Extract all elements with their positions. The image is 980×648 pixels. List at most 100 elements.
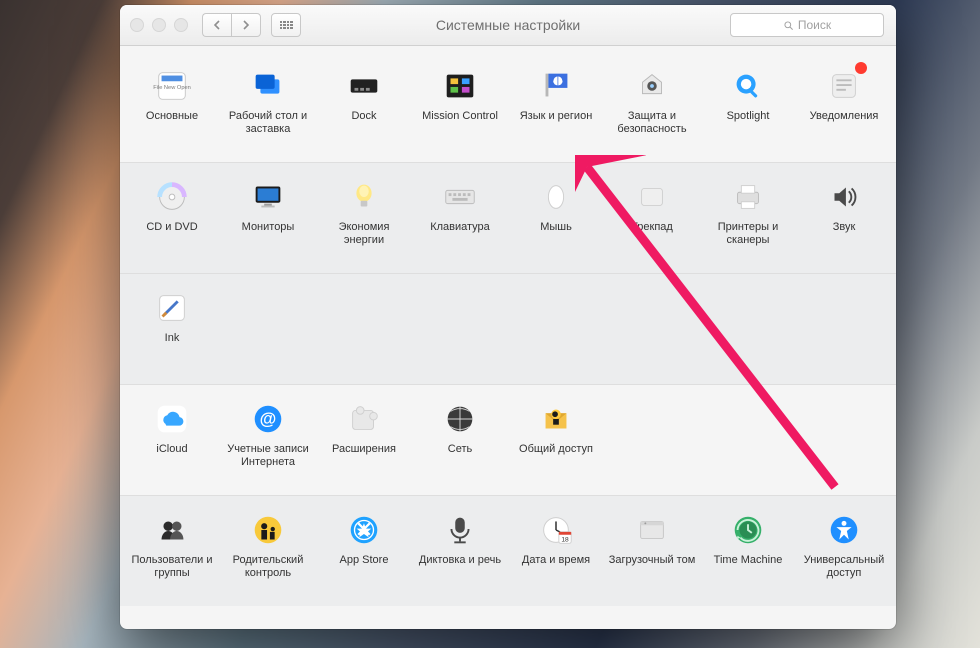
mission-icon xyxy=(437,66,483,106)
pref-accounts[interactable]: @Учетные записи Интернета xyxy=(220,399,316,469)
pref-label: Принтеры и сканеры xyxy=(702,221,794,247)
pref-label: CD и DVD xyxy=(146,221,197,247)
datetime-icon: 18 xyxy=(533,510,579,550)
pref-label: Мониторы xyxy=(242,221,295,247)
accounts-icon: @ xyxy=(245,399,291,439)
trackpad-icon xyxy=(629,177,675,217)
pref-label: Общий доступ xyxy=(519,443,593,469)
pref-row: Пользователи и группыРодительский контро… xyxy=(120,496,896,606)
pref-label: Пользователи и группы xyxy=(126,554,218,580)
minimize-button[interactable] xyxy=(152,18,166,32)
displays-icon xyxy=(245,177,291,217)
pref-label: Мышь xyxy=(540,221,572,247)
pref-language[interactable]: Язык и регион xyxy=(508,66,604,136)
desktop-icon xyxy=(245,66,291,106)
pref-label: Расширения xyxy=(332,443,396,469)
search-field[interactable]: Поиск xyxy=(730,13,884,37)
spotlight-icon xyxy=(725,66,771,106)
pref-a11y[interactable]: Универсальный доступ xyxy=(796,510,892,580)
extensions-icon xyxy=(341,399,387,439)
pref-parental[interactable]: Родительский контроль xyxy=(220,510,316,580)
pref-security[interactable]: Защита и безопасность xyxy=(604,66,700,136)
pref-label: Сеть xyxy=(448,443,472,469)
users-icon xyxy=(149,510,195,550)
back-button[interactable] xyxy=(202,13,231,37)
appstore-icon xyxy=(341,510,387,550)
pref-icloud[interactable]: iCloud xyxy=(124,399,220,469)
window-controls xyxy=(130,18,188,32)
dictation-icon xyxy=(437,510,483,550)
pref-notifications[interactable]: Уведомления xyxy=(796,66,892,136)
cddvd-icon xyxy=(149,177,195,217)
pref-dictation[interactable]: Диктовка и речь xyxy=(412,510,508,580)
pref-label: Экономия энергии xyxy=(318,221,410,247)
icloud-icon xyxy=(149,399,195,439)
network-icon xyxy=(437,399,483,439)
nav-buttons xyxy=(202,13,261,37)
zoom-button[interactable] xyxy=(174,18,188,32)
pref-extensions[interactable]: Расширения xyxy=(316,399,412,469)
pref-label: Загрузочный том xyxy=(609,554,696,580)
pref-sound[interactable]: Звук xyxy=(796,177,892,247)
pref-general[interactable]: File New OpenОсновные xyxy=(124,66,220,136)
pref-startupdisk[interactable]: Загрузочный том xyxy=(604,510,700,580)
energy-icon xyxy=(341,177,387,217)
pref-network[interactable]: Сеть xyxy=(412,399,508,469)
pref-spotlight[interactable]: Spotlight xyxy=(700,66,796,136)
dock-icon xyxy=(341,66,387,106)
startupdisk-icon xyxy=(629,510,675,550)
pref-label: Родительский контроль xyxy=(222,554,314,580)
pref-cddvd[interactable]: CD и DVD xyxy=(124,177,220,247)
pref-sharing[interactable]: Общий доступ xyxy=(508,399,604,469)
pref-trackpad[interactable]: Трекпад xyxy=(604,177,700,247)
pref-label: Защита и безопасность xyxy=(606,110,698,136)
sound-icon xyxy=(821,177,867,217)
pref-desktop[interactable]: Рабочий стол и заставка xyxy=(220,66,316,136)
pref-mouse[interactable]: Мышь xyxy=(508,177,604,247)
titlebar: Системные настройки Поиск xyxy=(120,5,896,46)
timemachine-icon xyxy=(725,510,771,550)
desktop-background: Системные настройки Поиск File New OpenО… xyxy=(0,0,980,648)
security-icon xyxy=(629,66,675,106)
pref-users[interactable]: Пользователи и группы xyxy=(124,510,220,580)
pref-appstore[interactable]: App Store xyxy=(316,510,412,580)
pref-label: Дата и время xyxy=(522,554,590,580)
ink-icon xyxy=(149,288,195,328)
pref-label: Mission Control xyxy=(422,110,498,136)
language-icon xyxy=(533,66,579,106)
pref-label: Spotlight xyxy=(727,110,770,136)
keyboard-icon xyxy=(437,177,483,217)
show-all-button[interactable] xyxy=(271,13,301,37)
search-icon xyxy=(783,20,794,31)
pref-ink[interactable]: Ink xyxy=(124,288,220,358)
pref-label: Диктовка и речь xyxy=(419,554,501,580)
pref-energy[interactable]: Экономия энергии xyxy=(316,177,412,247)
mouse-icon xyxy=(533,177,579,217)
pref-row: iCloud @Учетные записи Интернета Расширени… xyxy=(120,385,896,496)
pref-label: Звук xyxy=(833,221,856,247)
notification-badge xyxy=(855,62,867,74)
close-button[interactable] xyxy=(130,18,144,32)
pref-dock[interactable]: Dock xyxy=(316,66,412,136)
forward-button[interactable] xyxy=(231,13,261,37)
svg-text:File New Open: File New Open xyxy=(153,85,191,91)
pref-label: Трекпад xyxy=(631,221,673,247)
parental-icon xyxy=(245,510,291,550)
pref-row: CD и DVD Мониторы Экономия энергииКлавиату… xyxy=(120,163,896,274)
pref-label: Time Machine xyxy=(714,554,783,580)
pref-label: Ink xyxy=(165,332,180,358)
pref-mission[interactable]: Mission Control xyxy=(412,66,508,136)
pref-label: Универсальный доступ xyxy=(798,554,890,580)
pref-keyboard[interactable]: Клавиатура xyxy=(412,177,508,247)
pref-label: Dock xyxy=(351,110,376,136)
pref-timemachine[interactable]: Time Machine xyxy=(700,510,796,580)
system-preferences-window: Системные настройки Поиск File New OpenО… xyxy=(120,5,896,629)
search-placeholder: Поиск xyxy=(798,18,831,32)
pref-displays[interactable]: Мониторы xyxy=(220,177,316,247)
pref-datetime[interactable]: 18 Дата и время xyxy=(508,510,604,580)
pref-printers[interactable]: Принтеры и сканеры xyxy=(700,177,796,247)
svg-text:@: @ xyxy=(260,410,277,429)
pref-label: iCloud xyxy=(156,443,187,469)
preferences-grid: File New OpenОсновныеРабочий стол и заст… xyxy=(120,46,896,606)
pref-label: Язык и регион xyxy=(520,110,593,136)
